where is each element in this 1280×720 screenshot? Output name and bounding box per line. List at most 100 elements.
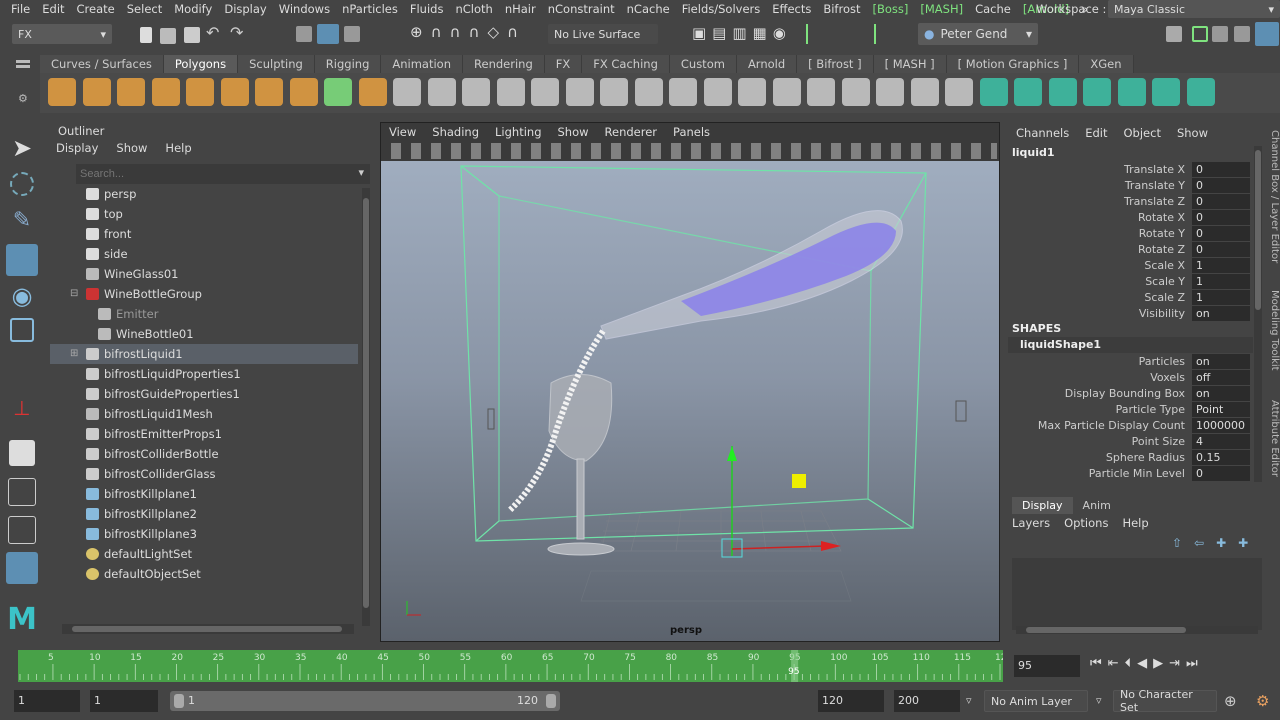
- shelf-tab[interactable]: FX: [544, 55, 583, 73]
- viewport-menu-renderer[interactable]: Renderer: [605, 125, 658, 139]
- channel-value[interactable]: Point: [1192, 402, 1250, 417]
- lasso-tool-icon[interactable]: [10, 172, 34, 196]
- live-surface-field[interactable]: No Live Surface: [548, 24, 658, 44]
- shelf-tool-icon[interactable]: [496, 78, 525, 106]
- anim-prefs-icon[interactable]: ⚙: [1256, 692, 1269, 710]
- character-controls-icon[interactable]: [1192, 26, 1208, 42]
- outliner-item[interactable]: side: [50, 244, 358, 264]
- viewport-menu-shading[interactable]: Shading: [432, 125, 479, 139]
- channel-row[interactable]: Point Size 4: [1008, 434, 1253, 450]
- character-set-select[interactable]: No Character Set: [1113, 688, 1217, 714]
- viewport-canvas[interactable]: persp: [381, 161, 999, 641]
- current-frame-marker[interactable]: [791, 650, 799, 682]
- select-component-icon[interactable]: [344, 26, 360, 42]
- channel-menu-channels[interactable]: Channels: [1016, 126, 1069, 140]
- channel-value[interactable]: on: [1192, 306, 1250, 321]
- shelf-tool-icon[interactable]: [427, 78, 456, 106]
- shelf-tool-icon[interactable]: [979, 78, 1008, 106]
- shelf-tool-icon[interactable]: [910, 78, 939, 106]
- menu-file[interactable]: File: [6, 2, 37, 16]
- menu-fieldssolvers[interactable]: Fields/Solvers: [677, 2, 768, 16]
- menu-display[interactable]: Display: [219, 2, 273, 16]
- shelf-tab[interactable]: Rigging: [314, 55, 382, 73]
- layer-menu-options[interactable]: Options: [1064, 516, 1108, 530]
- layer-menu-layers[interactable]: Layers: [1012, 516, 1050, 530]
- shelf-tool-icon[interactable]: [1152, 78, 1180, 106]
- outliner-item[interactable]: persp: [50, 184, 358, 204]
- outliner-vscrollbar[interactable]: [362, 188, 370, 626]
- scene-end-field[interactable]: 200: [894, 690, 960, 712]
- shelf-tab[interactable]: Custom: [669, 55, 737, 73]
- workspace-select[interactable]: Maya Classic ▾: [1108, 0, 1280, 18]
- channel-row[interactable]: Rotate Z 0: [1008, 242, 1253, 258]
- playback-controls[interactable]: ⏮⇤⏴◀▶⇥⏭: [1090, 656, 1204, 671]
- outliner-item[interactable]: ⊟ WineBottleGroup: [50, 284, 358, 304]
- channel-row[interactable]: Particles on: [1008, 354, 1253, 370]
- select-tool-icon[interactable]: ➤: [6, 134, 38, 166]
- expand-icon[interactable]: ⊞: [70, 344, 78, 364]
- outliner-item[interactable]: bifrostLiquid1Mesh: [50, 404, 358, 424]
- outliner-menu-display[interactable]: Display: [56, 138, 98, 158]
- last-tool-icon[interactable]: ⊥: [6, 396, 38, 428]
- new-scene-icon[interactable]: [140, 27, 152, 43]
- range-handle-end[interactable]: [546, 694, 556, 708]
- shelf-tab[interactable]: Polygons: [163, 55, 239, 73]
- scene-start-field[interactable]: 1: [14, 690, 80, 712]
- arnold-render-icons[interactable]: [806, 24, 876, 44]
- shelf-tool-icon[interactable]: [186, 78, 214, 106]
- shelf-tool-icon[interactable]: [703, 78, 732, 106]
- shelf-tool-icon[interactable]: [565, 78, 594, 106]
- outliner-item[interactable]: ⊞ bifrostLiquid1: [50, 344, 358, 364]
- shelf-tab[interactable]: FX Caching: [582, 55, 670, 73]
- shelf-tool-icon[interactable]: [82, 78, 111, 106]
- shelf-tool-icon[interactable]: [738, 78, 766, 106]
- select-hierarchy-icon[interactable]: [296, 26, 312, 42]
- shelf-tool-icon[interactable]: [1186, 78, 1215, 106]
- layer-buttons-icons[interactable]: ⇧⇦✚✚: [1172, 536, 1260, 550]
- side-tab[interactable]: Attribute Editor: [1266, 400, 1280, 477]
- channel-row[interactable]: Particle Type Point: [1008, 402, 1253, 418]
- outliner-item[interactable]: top: [50, 204, 358, 224]
- menu-cache[interactable]: Cache: [970, 2, 1018, 16]
- shelf-tool-icon[interactable]: [669, 78, 697, 106]
- attribute-editor-icon[interactable]: [1212, 26, 1228, 42]
- four-view-layout-icon[interactable]: [8, 478, 36, 506]
- channel-row[interactable]: Translate Y 0: [1008, 178, 1253, 194]
- shelf-tool-icon[interactable]: [393, 78, 421, 106]
- layer-menu-help[interactable]: Help: [1122, 516, 1148, 530]
- user-account-button[interactable]: ● Peter Gend ▾: [918, 23, 1038, 45]
- menu-nparticles[interactable]: nParticles: [337, 2, 405, 16]
- channel-row[interactable]: Voxels off: [1008, 370, 1253, 386]
- channel-row[interactable]: Rotate X 0: [1008, 210, 1253, 226]
- shelf-tab[interactable]: [ Bifrost ]: [797, 55, 874, 73]
- outliner-item[interactable]: bifrostColliderGlass: [50, 464, 358, 484]
- menu-set-select[interactable]: FX ▾: [12, 24, 112, 44]
- open-scene-icon[interactable]: [160, 28, 176, 44]
- channel-row[interactable]: Rotate Y 0: [1008, 226, 1253, 242]
- outliner-layout-icon[interactable]: [6, 552, 38, 584]
- channel-row[interactable]: Particle Min Level 0: [1008, 466, 1253, 482]
- channel-box-scrollbar[interactable]: [1254, 146, 1262, 482]
- viewport-panel[interactable]: View Shading Lighting Show Renderer Panels: [380, 122, 1000, 642]
- shelf-tool-icon[interactable]: [1014, 78, 1042, 106]
- shelf-tool-icon[interactable]: [117, 78, 145, 106]
- outliner-menu-show[interactable]: Show: [116, 138, 147, 158]
- paint-select-icon[interactable]: ✎: [6, 208, 38, 240]
- channel-row[interactable]: Display Bounding Box on: [1008, 386, 1253, 402]
- viewport-menu-lighting[interactable]: Lighting: [495, 125, 541, 139]
- channel-value[interactable]: 0: [1192, 162, 1250, 177]
- shelf-tab[interactable]: Rendering: [463, 55, 545, 73]
- current-frame-field[interactable]: 95: [1014, 655, 1080, 677]
- shelf-menu-icon[interactable]: [16, 60, 30, 63]
- channel-value[interactable]: 0.15: [1192, 450, 1250, 465]
- viewport-menu-view[interactable]: View: [389, 125, 416, 139]
- shelf-tool-icon[interactable]: [841, 78, 870, 106]
- channel-value[interactable]: 4: [1192, 434, 1250, 449]
- shelf-tool-icon[interactable]: [324, 78, 352, 106]
- shelf-tool-icon[interactable]: [48, 78, 76, 106]
- channel-value[interactable]: 0: [1192, 178, 1250, 193]
- shelf-tool-icon[interactable]: [255, 78, 283, 106]
- side-tab[interactable]: Modeling Toolkit: [1266, 290, 1280, 371]
- channel-row[interactable]: Max Particle Display Count 1000000: [1008, 418, 1253, 434]
- menu-select[interactable]: Select: [122, 2, 169, 16]
